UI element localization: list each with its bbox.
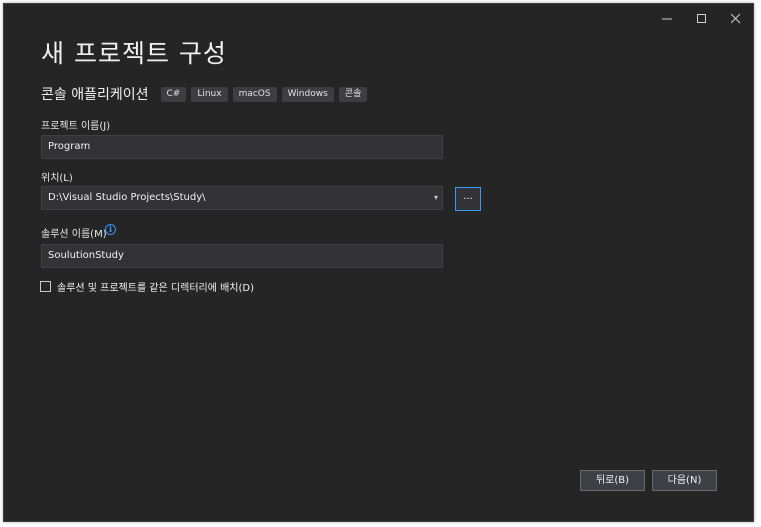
close-button[interactable] bbox=[718, 6, 754, 32]
minimize-icon bbox=[662, 18, 672, 20]
same-directory-option[interactable]: 솔루션 및 프로젝트를 같은 디렉터리에 배치(D) bbox=[40, 279, 254, 294]
project-name-label: 프로젝트 이름(J) bbox=[41, 121, 111, 132]
project-name-input[interactable]: Program bbox=[41, 135, 443, 159]
close-icon bbox=[731, 14, 741, 24]
template-info: 콘솔 애플리케이션 C# Linux macOS Windows 콘솔 bbox=[41, 84, 372, 104]
maximize-button[interactable] bbox=[684, 6, 720, 32]
minimize-button[interactable] bbox=[649, 6, 685, 32]
next-button[interactable]: 다음(N) bbox=[652, 470, 717, 491]
location-value: D:\Visual Studio Projects\Study\ bbox=[48, 192, 206, 203]
back-button[interactable]: 뒤로(B) bbox=[580, 470, 645, 491]
tag-project-type: 콘솔 bbox=[338, 86, 368, 102]
location-combobox[interactable]: D:\Visual Studio Projects\Study\ ▾ bbox=[41, 186, 443, 210]
chevron-down-icon[interactable]: ▾ bbox=[434, 187, 438, 209]
tag-platform-windows: Windows bbox=[281, 86, 334, 102]
same-directory-label: 솔루션 및 프로젝트를 같은 디렉터리에 배치(D) bbox=[57, 283, 254, 294]
info-icon[interactable]: i bbox=[105, 224, 116, 235]
tag-language: C# bbox=[160, 86, 187, 102]
solution-name-label: 솔루션 이름(M) bbox=[41, 229, 107, 240]
browse-button[interactable]: ... bbox=[455, 187, 481, 211]
page-title: 새 프로젝트 구성 bbox=[41, 39, 227, 68]
location-label: 위치(L) bbox=[41, 173, 73, 184]
dialog-window: 새 프로젝트 구성 콘솔 애플리케이션 C# Linux macOS Windo… bbox=[3, 3, 754, 522]
tag-platform-linux: Linux bbox=[191, 86, 228, 102]
same-directory-checkbox[interactable] bbox=[40, 281, 51, 292]
tag-platform-macos: macOS bbox=[232, 86, 277, 102]
solution-name-input[interactable]: SoulutionStudy bbox=[41, 244, 443, 268]
maximize-icon bbox=[697, 14, 706, 23]
template-name: 콘솔 애플리케이션 bbox=[41, 87, 149, 103]
